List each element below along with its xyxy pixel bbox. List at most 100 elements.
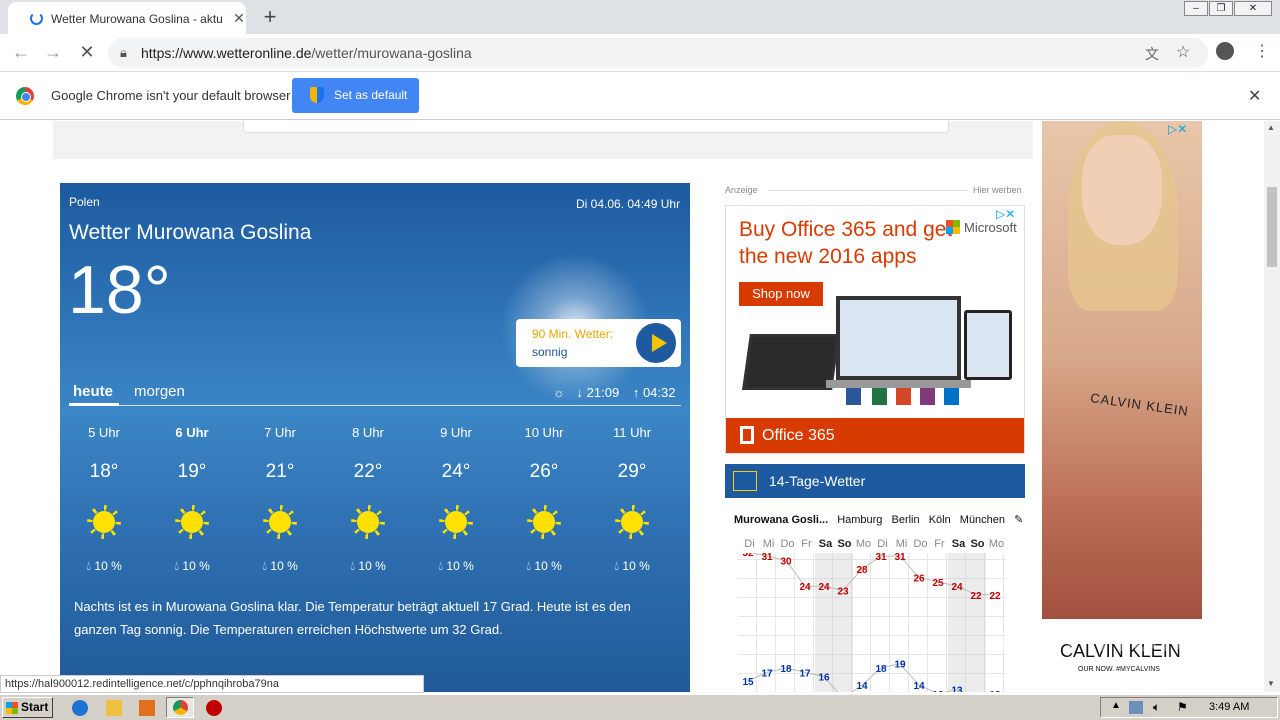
waistband-print: CALVIN KLEIN [1089, 390, 1190, 419]
laptop-base-image [826, 380, 971, 388]
scroll-up-icon[interactable]: ▲ [1267, 123, 1275, 132]
infobar-close-icon[interactable]: ✕ [1248, 86, 1261, 106]
edit-pencil-icon[interactable]: ✎ [1014, 514, 1023, 526]
city-tab[interactable]: Murowana Gosli... [734, 514, 828, 526]
scrollbar-thumb[interactable] [1267, 187, 1277, 267]
city-tab[interactable]: Hamburg [837, 514, 882, 526]
sunrise-time: ↑ 04:32 [632, 385, 676, 400]
tab-title: Wetter Murowana Goslina - aktuelle [51, 12, 223, 26]
media-player-icon[interactable] [139, 700, 155, 716]
volume-icon[interactable]: 🔈︎ [1153, 700, 1160, 715]
address-bar[interactable]: 🔒︎ https://www.wetteronline.de/wetter/mu… [108, 38, 1208, 68]
low-temp-value: 18 [780, 664, 792, 675]
close-window-button[interactable]: ✕ [1234, 1, 1272, 16]
sun-times: ☼ ↓ 21:09 ↑ 04:32 [553, 385, 675, 400]
windows-taskbar: Start ▲ 🔈︎ ⚑ 3:49 AM [0, 694, 1280, 720]
onenote-icon [920, 388, 935, 405]
video-label: 90 Min. Wetter: [532, 327, 614, 341]
city-tab[interactable]: Köln [929, 514, 951, 526]
tab-morgen[interactable]: morgen [134, 383, 185, 400]
high-temp-value: 22 [970, 591, 982, 602]
rain-chance: 💧︎ 10 % [421, 559, 491, 574]
browser-tab[interactable]: Wetter Murowana Goslina - aktuelle ✕ [8, 2, 246, 34]
hour-icon-cell [245, 505, 315, 544]
profile-avatar-icon[interactable] [1216, 42, 1234, 60]
stop-sign-icon[interactable] [206, 700, 222, 716]
hour-temp: 21° [265, 461, 295, 482]
day-label: Mo [855, 538, 872, 550]
high-temp-value: 25 [932, 578, 944, 589]
forecast-day-row: Di Mi Do Fr Sa So Mo Di Mi Do Fr Sa So Mo [740, 538, 1006, 550]
stop-icon[interactable]: ✕ [76, 42, 98, 63]
low-temp-value: 19 [894, 660, 906, 671]
flag-icon[interactable]: ⚑ [1177, 700, 1188, 714]
country-label: Polen [69, 195, 100, 209]
low-temp-value: 17 [799, 668, 811, 679]
adchoices-icon[interactable]: ▷✕ [996, 207, 1015, 221]
back-icon[interactable]: ← [10, 42, 32, 63]
browser-toolbar: ← → ✕ 🔒︎ https://www.wetteronline.de/wet… [0, 34, 1280, 72]
sunset-time: ↓ 21:09 [576, 385, 620, 400]
play-icon[interactable] [634, 321, 678, 365]
high-temp-value: 24 [818, 582, 830, 593]
high-temp-value: 24 [951, 582, 963, 593]
high-temp-value: 23 [837, 587, 849, 598]
rain-chance: 💧︎ 10 % [69, 559, 139, 574]
powerpoint-icon [896, 388, 911, 405]
sun-icon [615, 505, 649, 539]
network-icon[interactable] [1129, 701, 1143, 714]
tab-heute[interactable]: heute [73, 383, 113, 400]
sun-icon [175, 505, 209, 539]
rain-value: 10 % [94, 559, 122, 573]
tab-close-icon[interactable]: ✕ [230, 10, 248, 27]
current-temperature: 18° [68, 252, 171, 328]
low-temp-value: 16 [818, 673, 830, 684]
folder-icon[interactable] [106, 700, 122, 716]
start-label: Start [21, 700, 49, 714]
excel-icon [872, 388, 887, 405]
day-label: Mo [988, 538, 1005, 550]
vertical-scrollbar[interactable]: ▲ ▼ [1264, 121, 1280, 692]
outlook-icon [944, 388, 959, 405]
weather-video-button[interactable]: 90 Min. Wetter: sonnig [516, 319, 681, 367]
city-tab[interactable]: Berlin [892, 514, 920, 526]
bookmark-star-icon[interactable]: ☆ [1176, 42, 1190, 62]
hour-temp: 29° [617, 461, 647, 482]
chrome-taskbar-button[interactable] [166, 697, 194, 718]
menu-kebab-icon[interactable]: ⋮ [1254, 41, 1270, 61]
chrome-logo-icon [16, 87, 34, 105]
translate-icon[interactable]: 文 [1145, 44, 1159, 64]
new-tab-button[interactable]: + [258, 4, 282, 30]
high-temp-value: 32 [742, 553, 754, 559]
calvin-klein-ad[interactable]: CALVIN KLEIN ▷✕ CALVIN KLEIN OUR NOW. #M… [1042, 121, 1202, 692]
start-button[interactable]: Start [2, 697, 53, 718]
ad-headline[interactable]: Buy Office 365 and get the new 2016 apps [739, 216, 959, 270]
hour-temp: 19° [177, 461, 207, 482]
scroll-down-icon[interactable]: ▼ [1267, 679, 1275, 688]
low-temp-value: 15 [742, 677, 754, 688]
chrome-icon [173, 700, 188, 715]
office-ad[interactable]: Buy Office 365 and get the new 2016 apps… [725, 205, 1025, 454]
adchoices-icon[interactable]: ▷✕ [1168, 122, 1187, 136]
forecast-chart: 3231302424232831312625242222151718171611… [742, 553, 1001, 693]
tray-expand-icon[interactable]: ▲ [1111, 700, 1121, 711]
anyrun-watermark: ANY RUN [996, 616, 1192, 660]
forward-icon[interactable]: → [42, 42, 64, 63]
tab-strip: Wetter Murowana Goslina - aktuelle ✕ + –… [0, 0, 1280, 34]
minimize-button[interactable]: – [1184, 1, 1208, 16]
shop-now-button[interactable]: Shop now [739, 282, 823, 306]
forecast-14-header[interactable]: 14-Tage-Wetter [725, 464, 1025, 498]
office-365-banner: Office 365 [726, 418, 1024, 453]
internet-explorer-icon[interactable] [72, 700, 88, 716]
restore-button[interactable]: ❐ [1209, 1, 1233, 16]
city-tab[interactable]: München [960, 514, 1005, 526]
low-temp-value: 13 [951, 686, 963, 693]
sun-icon [439, 505, 473, 539]
rain-chance: 💧︎ 10 % [245, 559, 315, 574]
advertise-link[interactable]: Hier werben [973, 185, 1022, 195]
hour-label: 7 Uhr [264, 425, 296, 440]
forecast-14-title: 14-Tage-Wetter [769, 473, 866, 489]
set-as-default-button[interactable]: Set as default [292, 78, 419, 113]
lock-icon[interactable]: 🔒︎ [120, 45, 127, 61]
high-temp-value: 26 [913, 574, 925, 585]
